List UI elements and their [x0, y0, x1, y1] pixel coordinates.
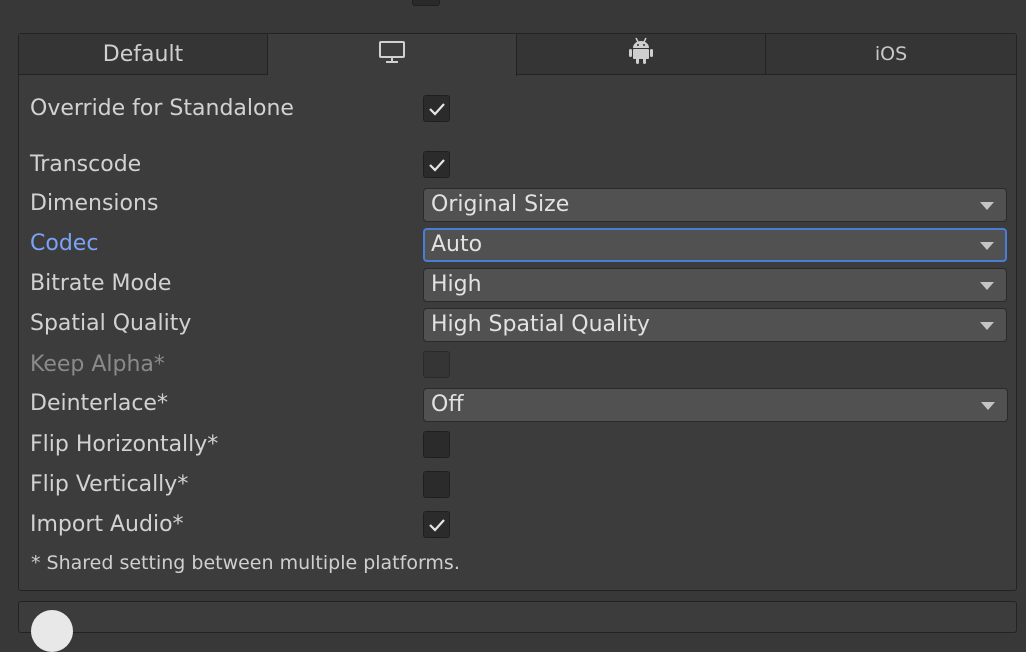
spatial-quality-value: High Spatial Quality	[431, 312, 650, 337]
codec-dropdown[interactable]: Auto	[423, 228, 1007, 262]
bitrate-mode-value: High	[431, 272, 482, 297]
row-spatial-quality: Spatial Quality High Spatial Quality	[30, 307, 1010, 342]
partial-checkbox	[412, 0, 440, 6]
android-icon	[628, 37, 654, 71]
codec-label: Codec	[30, 231, 99, 256]
dropdown-arrow-icon	[980, 242, 994, 250]
monitor-icon	[378, 40, 406, 70]
flip-vertically-checkbox[interactable]	[423, 471, 450, 498]
dimensions-label: Dimensions	[30, 191, 159, 216]
dropdown-arrow-icon	[980, 202, 994, 210]
row-flip-vertically: Flip Vertically*	[30, 468, 1010, 502]
spatial-quality-label: Spatial Quality	[30, 311, 192, 336]
dropdown-arrow-icon	[980, 282, 994, 290]
row-override: Override for Standalone	[30, 92, 1010, 126]
import-audio-label: Import Audio*	[30, 512, 184, 537]
dimensions-value: Original Size	[431, 192, 570, 217]
shared-settings-note: * Shared setting between multiple platfo…	[31, 552, 460, 574]
flip-horizontally-checkbox[interactable]	[423, 431, 450, 458]
override-checkbox[interactable]	[423, 95, 450, 122]
previous-section-fragment	[0, 0, 1026, 8]
keep-alpha-label: Keep Alpha*	[30, 352, 165, 377]
row-import-audio: Import Audio*	[30, 508, 1010, 542]
tab-android[interactable]	[517, 34, 766, 75]
row-flip-horizontally: Flip Horizontally*	[30, 428, 1010, 462]
checkmark-icon	[428, 102, 445, 116]
bitrate-mode-dropdown[interactable]: High	[423, 268, 1007, 302]
next-section-panel	[18, 601, 1017, 652]
dimensions-dropdown[interactable]: Original Size	[423, 188, 1007, 222]
bitrate-mode-label: Bitrate Mode	[30, 271, 172, 296]
dropdown-arrow-icon	[981, 402, 995, 410]
checkmark-icon	[428, 518, 445, 532]
flip-horizontally-label: Flip Horizontally*	[30, 432, 219, 457]
tab-ios[interactable]: iOS	[766, 34, 1016, 75]
deinterlace-dropdown[interactable]: Off	[423, 388, 1008, 422]
tab-default[interactable]: Default	[19, 34, 268, 75]
platform-tabs: Default iOS	[19, 34, 1016, 76]
deinterlace-label: Deinterlace*	[30, 391, 168, 416]
keep-alpha-checkbox	[423, 351, 450, 378]
platform-settings-panel: Default iOS Override for Standalone Tran…	[18, 33, 1017, 591]
row-codec: Codec Auto	[30, 227, 1010, 262]
tab-default-label: Default	[102, 41, 184, 67]
row-deinterlace: Deinterlace* Off	[30, 387, 1010, 422]
tab-standalone[interactable]	[268, 34, 517, 76]
deinterlace-value: Off	[431, 392, 464, 417]
spatial-quality-dropdown[interactable]: High Spatial Quality	[423, 308, 1007, 342]
import-audio-checkbox[interactable]	[423, 511, 450, 538]
row-keep-alpha: Keep Alpha*	[30, 348, 1010, 382]
codec-value: Auto	[431, 232, 483, 257]
transcode-checkbox[interactable]	[423, 151, 450, 178]
flip-vertically-label: Flip Vertically*	[30, 472, 189, 497]
row-bitrate-mode: Bitrate Mode High	[30, 267, 1010, 302]
row-transcode: Transcode	[30, 148, 1010, 182]
checkmark-icon	[428, 158, 445, 172]
transcode-label: Transcode	[30, 152, 142, 177]
dropdown-arrow-icon	[980, 322, 994, 330]
foldout-circle	[31, 610, 73, 652]
override-label: Override for Standalone	[30, 96, 294, 121]
row-dimensions: Dimensions Original Size	[30, 187, 1010, 222]
tab-ios-label: iOS	[874, 43, 908, 65]
